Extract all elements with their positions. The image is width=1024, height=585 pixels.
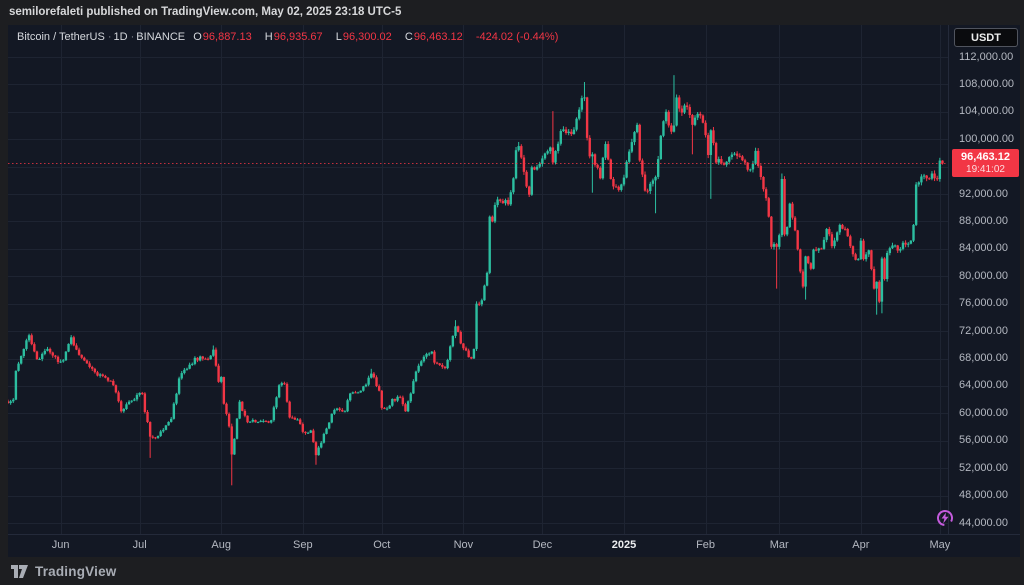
- currency-toggle-button[interactable]: USDT: [954, 28, 1018, 47]
- price-tick: 84,000.00: [959, 242, 1008, 254]
- time-label: Nov: [454, 539, 474, 551]
- time-label: Mar: [770, 539, 789, 551]
- chart-widget: Bitcoin / TetherUS·1D·BINANCE O96,887.13…: [8, 25, 1020, 557]
- publish-info-bar: semilorefaleti published on TradingView.…: [0, 0, 1024, 25]
- time-label: Feb: [696, 539, 715, 551]
- last-price-label: 96,463.12 19:41:02: [952, 149, 1019, 177]
- ohlc-open: O96,887.13: [193, 31, 257, 43]
- price-tick: 56,000.00: [959, 434, 1008, 446]
- attribution-bar: TradingView: [0, 557, 1024, 585]
- price-tick: 44,000.00: [959, 517, 1008, 529]
- price-scale[interactable]: USDT 112,000.00 108,000.00 104,000.00 100,0…: [948, 25, 1020, 534]
- ohlc-low: L96,300.02: [336, 31, 397, 43]
- last-price-value: 96,463.12: [952, 150, 1019, 164]
- price-tick: 104,000.00: [959, 105, 1014, 117]
- time-label: 2025: [612, 539, 636, 551]
- price-tick: 72,000.00: [959, 325, 1008, 337]
- time-label: Jul: [133, 539, 147, 551]
- interval-label: 1D: [114, 31, 128, 43]
- candlestick-chart[interactable]: [8, 25, 948, 534]
- price-tick: 60,000.00: [959, 407, 1008, 419]
- price-tick: 88,000.00: [959, 215, 1008, 227]
- price-tick: 68,000.00: [959, 352, 1008, 364]
- price-tick: 100,000.00: [959, 133, 1014, 145]
- time-scale[interactable]: Jun Jul Aug Sep Oct Nov Dec 2025 Feb Mar Apr May: [8, 534, 1020, 557]
- price-tick: 92,000.00: [959, 188, 1008, 200]
- price-tick: 52,000.00: [959, 462, 1008, 474]
- chart-legend: Bitcoin / TetherUS·1D·BINANCE O96,887.13…: [17, 31, 563, 43]
- price-tick: 112,000.00: [959, 51, 1013, 63]
- time-label: Aug: [211, 539, 231, 551]
- tradingview-wordmark[interactable]: TradingView: [35, 564, 116, 579]
- symbol-title: Bitcoin / TetherUS: [17, 31, 105, 43]
- tradingview-snapshot: semilorefaleti published on TradingView.…: [0, 0, 1024, 585]
- ohlc-close: C96,463.12: [405, 31, 468, 43]
- time-label: Oct: [373, 539, 390, 551]
- price-tick: 80,000.00: [959, 270, 1008, 282]
- bar-countdown: 19:41:02: [952, 164, 1019, 176]
- price-tick: 108,000.00: [959, 78, 1014, 90]
- tradingview-logo[interactable]: [11, 565, 28, 578]
- time-label: May: [929, 539, 950, 551]
- ohlc-high: H96,935.67: [265, 31, 328, 43]
- time-label: Jun: [52, 539, 70, 551]
- price-tick: 64,000.00: [959, 379, 1008, 391]
- time-label: Dec: [533, 539, 553, 551]
- price-change: -424.02 (-0.44%): [476, 31, 559, 43]
- chart-pane[interactable]: Bitcoin / TetherUS·1D·BINANCE O96,887.13…: [8, 25, 948, 534]
- exchange-label: BINANCE: [136, 31, 185, 43]
- boost-icon[interactable]: [936, 509, 954, 527]
- publish-info-text: semilorefaleti published on TradingView.…: [9, 6, 401, 18]
- time-label: Apr: [852, 539, 869, 551]
- price-tick: 76,000.00: [959, 297, 1008, 309]
- time-label: Sep: [293, 539, 313, 551]
- price-tick: 48,000.00: [959, 489, 1008, 501]
